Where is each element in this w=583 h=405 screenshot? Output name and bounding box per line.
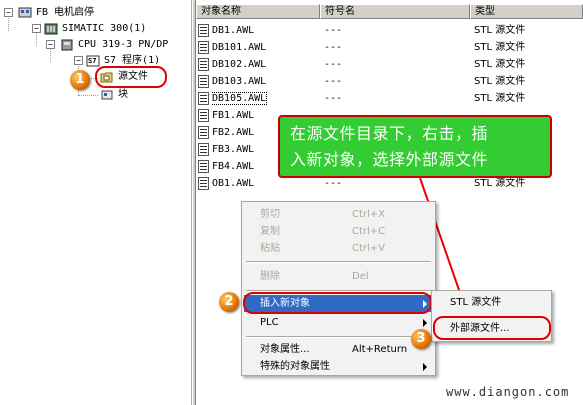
- highlight-ring-insert: [243, 292, 432, 314]
- menu-item-special-object-properties[interactable]: 特殊的对象属性: [244, 358, 433, 375]
- menu-item-label: 剪切: [260, 209, 280, 220]
- menu-item-label: 粘贴: [260, 243, 280, 254]
- menu-item-shortcut: Ctrl+V: [352, 243, 386, 254]
- menu-item-cut[interactable]: 剪切 Ctrl+X: [244, 206, 433, 223]
- menu-item-label: PLC: [260, 317, 279, 328]
- menu-separator: [246, 261, 431, 263]
- highlight-ring-external: [433, 316, 551, 340]
- menu-item-label: 对象属性...: [260, 344, 310, 355]
- submenu-arrow-icon: [423, 363, 427, 371]
- simatic-manager-window: − FB 电机启停 − SIMATIC 300(1) − CPU 319-3 P…: [0, 0, 583, 405]
- submenu-arrow-icon: [423, 319, 427, 327]
- menu-item-shortcut: Alt+Return: [352, 344, 408, 355]
- menu-item-label: 复制: [260, 226, 280, 237]
- menu-item-label: 删除: [260, 271, 280, 282]
- menu-item-object-properties[interactable]: 对象属性... Alt+Return: [244, 341, 433, 358]
- menu-item-shortcut: Ctrl+X: [352, 209, 386, 220]
- watermark: www.diangon.com: [446, 385, 570, 399]
- menu-item-plc[interactable]: PLC: [244, 314, 433, 331]
- submenu-item-stl-source[interactable]: STL 源文件: [434, 294, 549, 312]
- step-badge-2: 2: [219, 292, 239, 312]
- menu-separator: [246, 336, 431, 338]
- menu-item-copy[interactable]: 复制 Ctrl+C: [244, 223, 433, 240]
- menu-item-shortcut: Del: [352, 271, 369, 282]
- menu-item-label: 特殊的对象属性: [260, 361, 330, 372]
- menu-item-shortcut: Ctrl+C: [352, 226, 386, 237]
- context-menu: 剪切 Ctrl+X 复制 Ctrl+C 粘贴 Ctrl+V 删除 Del 插入新对象 P…: [241, 201, 436, 376]
- step-badge-3: 3: [411, 329, 431, 349]
- menu-item-delete[interactable]: 删除 Del: [244, 268, 433, 285]
- menu-item-paste[interactable]: 粘贴 Ctrl+V: [244, 240, 433, 257]
